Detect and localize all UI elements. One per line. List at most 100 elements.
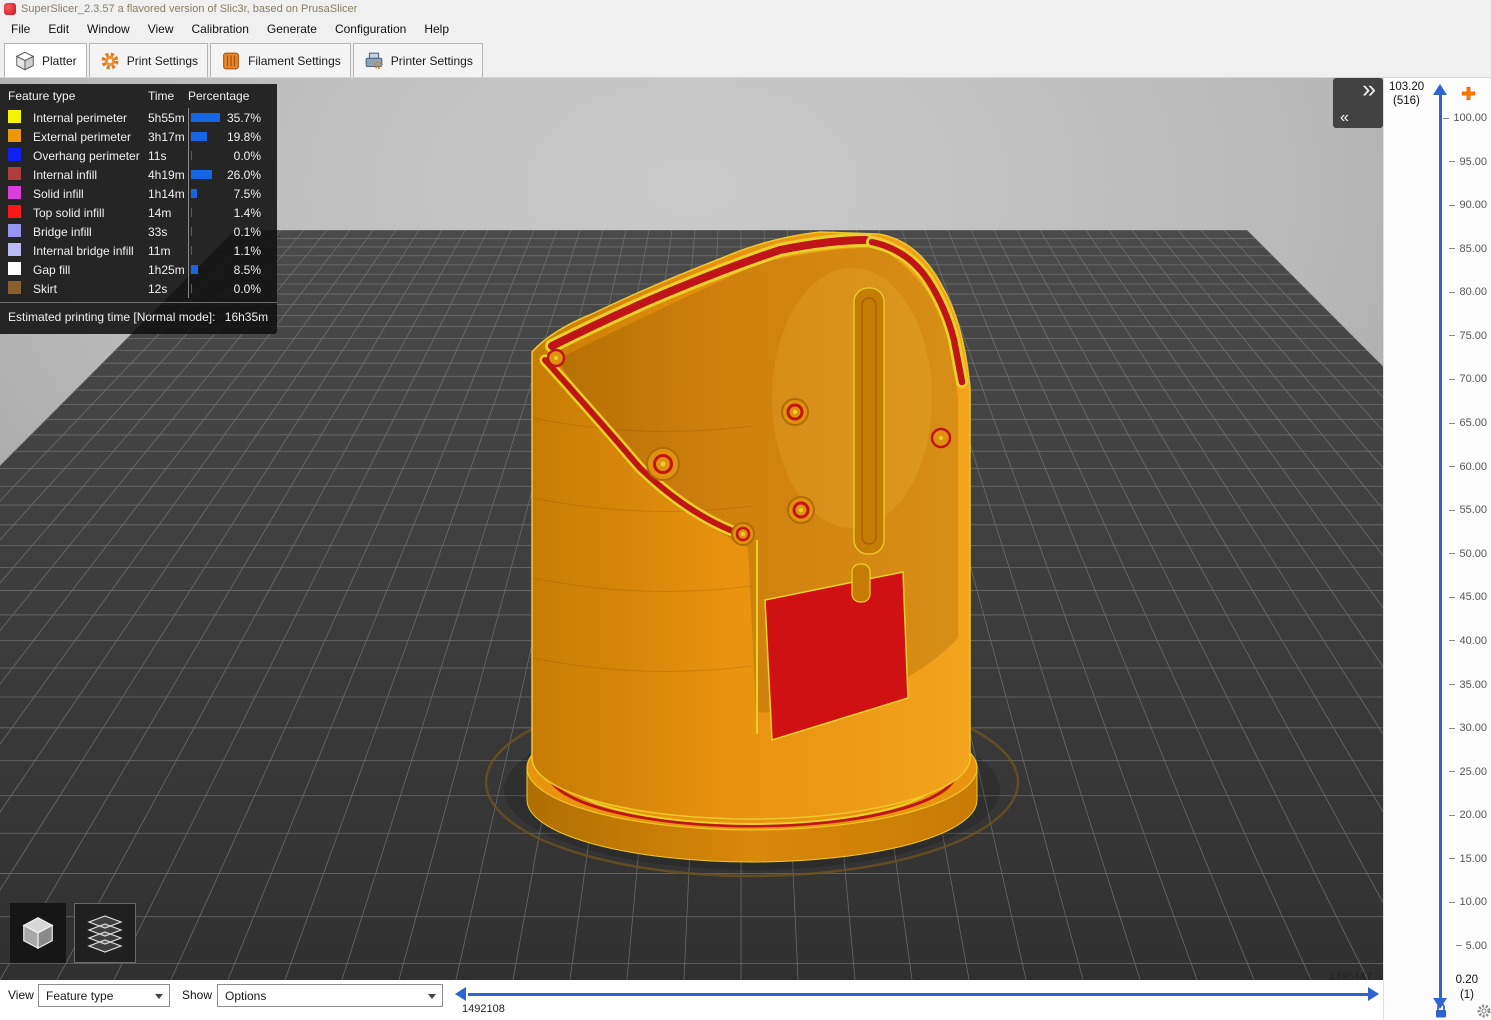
percentage-bar [191, 265, 198, 274]
feature-color-swatch [8, 204, 21, 218]
feature-time: 5h55m [148, 110, 185, 125]
legend-row: Skirt 12s 0.0% [0, 279, 277, 298]
layer-tick: 20.00 [1384, 809, 1487, 821]
feature-label: Internal perimeter [33, 110, 128, 125]
feature-percentage: 0.1% [188, 222, 277, 241]
legend-row: Gap fill 1h25m 8.5% [0, 260, 277, 279]
tick-mark [1449, 161, 1456, 163]
estimated-time: Estimated printing time [Normal mode]: 1… [0, 302, 277, 332]
percentage-bar [191, 132, 207, 141]
cube-icon [15, 51, 35, 70]
percentage-text: 26.0% [226, 167, 261, 182]
tick-label: 55.00 [1459, 504, 1487, 517]
percentage-text: 19.8% [226, 129, 261, 144]
gear-icon[interactable] [1476, 1003, 1491, 1019]
feature-label: Gap fill [33, 262, 71, 277]
legend-row: Internal infill 4h19m 26.0% [0, 165, 277, 184]
chevron-right-icon: » [1362, 75, 1376, 103]
feature-time: 11s [148, 148, 167, 163]
tab-printer-settings[interactable]: Printer Settings [352, 43, 483, 77]
screw-boss [787, 496, 815, 524]
chevron-left-icon: « [1340, 109, 1349, 126]
layer-top-height: 103.20 [1389, 81, 1425, 93]
layer-tick: 70.00 [1384, 373, 1487, 385]
sliced-model [484, 231, 1020, 878]
preview-view-button[interactable] [74, 903, 136, 963]
screw-boss [731, 522, 755, 546]
layer-tick: 95.00 [1384, 156, 1487, 168]
editor-view-button[interactable] [10, 903, 66, 963]
tab-print-settings[interactable]: Print Settings [88, 43, 209, 77]
menu-item[interactable]: Window [78, 19, 139, 39]
layer-tick: 5.00 [1384, 940, 1487, 952]
hslider-right-arrow[interactable] [1368, 987, 1379, 1001]
tick-label: 90.00 [1459, 199, 1487, 212]
feature-time: 14m [148, 205, 172, 220]
tick-mark [1449, 466, 1456, 468]
menu-item[interactable]: Configuration [326, 19, 415, 39]
feature-time: 4h19m [148, 167, 185, 182]
tick-label: 60.00 [1459, 460, 1487, 473]
feature-color-swatch [8, 109, 21, 123]
feature-color-swatch [8, 223, 21, 237]
legend-col-time: Time [148, 89, 175, 103]
tab-label: Printer Settings [390, 53, 473, 68]
lock-icon[interactable] [1434, 1002, 1448, 1019]
layer-tick: 75.00 [1384, 330, 1487, 342]
percentage-text: 35.7% [226, 110, 261, 125]
tick-label: 70.00 [1459, 373, 1487, 386]
percentage-bar [191, 208, 193, 217]
menu-item[interactable]: View [139, 19, 183, 39]
tick-mark [1449, 204, 1456, 206]
tick-label: 75.00 [1459, 329, 1487, 342]
tick-label: 20.00 [1459, 809, 1487, 822]
tab-filament-settings[interactable]: Filament Settings [210, 43, 351, 77]
gear-icon [101, 52, 119, 69]
show-label: Show [182, 988, 213, 1002]
tick-label: 80.00 [1459, 286, 1487, 299]
feature-percentage: 19.8% [188, 127, 277, 146]
screw-boss [781, 398, 809, 426]
percentage-text: 0.0% [233, 281, 261, 296]
percentage-text: 0.1% [233, 224, 261, 239]
feature-time: 11m [148, 243, 171, 258]
legend-row: External perimeter 3h17m 19.8% [0, 127, 277, 146]
feature-label: Internal bridge infill [33, 243, 134, 258]
tick-label: 25.00 [1459, 765, 1487, 778]
tab-platter[interactable]: Platter [4, 43, 87, 77]
estimated-time-label: Estimated printing time [Normal mode]: [8, 310, 216, 324]
tick-label: 85.00 [1459, 242, 1487, 255]
feature-percentage: 1.4% [188, 203, 277, 222]
menu-item[interactable]: Help [415, 19, 458, 39]
menu-item[interactable]: Generate [258, 19, 326, 39]
layer-tick: 50.00 [1384, 548, 1487, 560]
feature-time: 1h14m [148, 186, 185, 201]
hslider-left-arrow[interactable] [455, 987, 466, 1001]
tick-label: 15.00 [1459, 852, 1487, 865]
legend-row: Overhang perimeter 11s 0.0% [0, 146, 277, 165]
horizontal-range-slider[interactable] [468, 993, 1368, 996]
feature-label: Bridge infill [33, 224, 92, 239]
menu-item[interactable]: Edit [39, 19, 78, 39]
collapse-toolbar-button[interactable]: » « [1333, 75, 1383, 128]
menu-item[interactable]: File [2, 19, 39, 39]
tab-bar: Platter Print Settings Filament Settings [0, 40, 1491, 78]
add-layer-range-icon[interactable] [1460, 85, 1477, 102]
superslicer-window: SuperSlicer_2.3.57 a flavored version of… [0, 0, 1491, 1020]
window-title: SuperSlicer_2.3.57 a flavored version of… [21, 3, 358, 15]
tick-label: 95.00 [1459, 155, 1487, 168]
layer-slider-panel: 103.20 (516) 100.00 95.00 90.00 85.00 80… [1383, 78, 1491, 1020]
tick-label: 10.00 [1459, 896, 1487, 909]
view-mode-select[interactable]: Feature type [38, 984, 170, 1007]
percentage-text: 7.5% [233, 186, 261, 201]
feature-percentage: 0.0% [188, 279, 277, 298]
hslider-min-value: 1492108 [462, 1003, 505, 1015]
percentage-bar [191, 246, 192, 255]
chevron-down-icon [155, 994, 163, 999]
tick-mark [1449, 335, 1456, 337]
show-options-value: Options [225, 988, 267, 1003]
feature-percentage: 26.0% [188, 165, 277, 184]
menu-item[interactable]: Calibration [183, 19, 258, 39]
show-options-select[interactable]: Options [217, 984, 443, 1007]
tick-label: 45.00 [1459, 591, 1487, 604]
